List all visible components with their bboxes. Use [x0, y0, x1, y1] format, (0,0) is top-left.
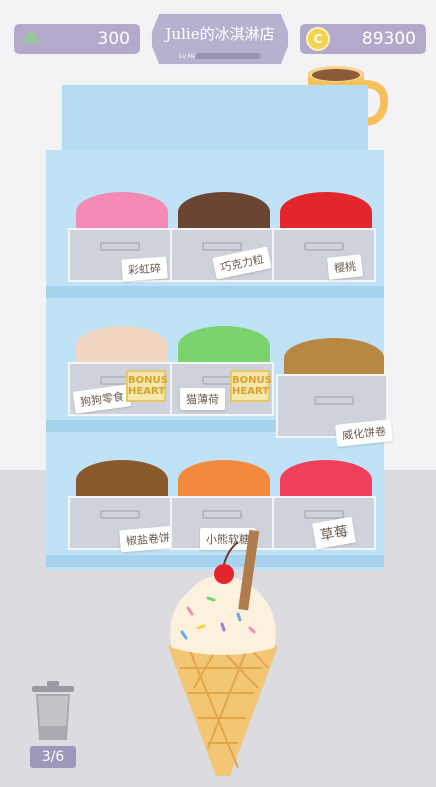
- level-progress-bar: [195, 53, 261, 59]
- clover-count: 300: [97, 29, 130, 49]
- shop-title-badge: Julie的冰淇淋店 Lv MAX: [149, 11, 291, 67]
- bonus-heart-tag: BONUS HEART: [126, 370, 168, 402]
- bonus-heart-tag: BONUS HEART: [230, 370, 272, 402]
- coin-count: 89300: [361, 29, 416, 49]
- coin-icon: C: [306, 27, 330, 51]
- coin-counter[interactable]: C 89300: [300, 24, 426, 54]
- topping-label: 猫薄荷: [180, 388, 225, 410]
- trash-counter: 3/6: [30, 746, 76, 768]
- topping-label: 彩虹碎: [121, 256, 168, 282]
- shop-title: Julie的冰淇淋店: [165, 25, 275, 43]
- sprinkles-fill: [76, 192, 168, 232]
- ice-cream-cone[interactable]: [158, 528, 288, 780]
- topping-label: 樱桃: [326, 254, 364, 280]
- shelf-divider: [46, 286, 384, 298]
- clover-icon: ☘: [22, 27, 40, 51]
- trash-can-icon[interactable]: [30, 680, 76, 742]
- clover-counter[interactable]: ☘ 300: [14, 24, 140, 54]
